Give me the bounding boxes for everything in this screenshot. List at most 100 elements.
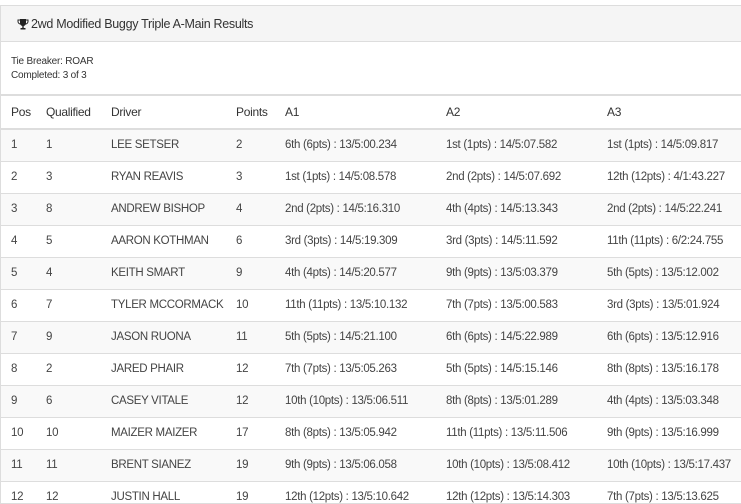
cell-a3: 9th (9pts) : 13/5:16.999 xyxy=(597,417,741,450)
panel-title: 2wd Modified Buggy Triple A-Main Results xyxy=(31,16,254,31)
cell-pos: 2 xyxy=(1,161,36,194)
cell-driver: RYAN REAVIS xyxy=(101,161,226,194)
cell-a3: 6th (6pts) : 13/5:12.916 xyxy=(597,321,741,354)
cell-pos: 4 xyxy=(1,225,36,258)
cell-driver: CASEY VITALE xyxy=(101,385,226,418)
cell-points: 4 xyxy=(226,193,275,226)
cell-a1: 10th (10pts) : 13/5:06.511 xyxy=(275,385,436,418)
cell-a1: 2nd (2pts) : 14/5:16.310 xyxy=(275,193,436,226)
cell-a2: 11th (11pts) : 13/5:11.506 xyxy=(436,417,597,450)
cell-a1: 8th (8pts) : 13/5:05.942 xyxy=(275,417,436,450)
cell-a2: 2nd (2pts) : 14/5:07.692 xyxy=(436,161,597,194)
cell-qualified: 1 xyxy=(36,129,101,162)
cell-points: 19 xyxy=(226,449,275,482)
cell-a1: 6th (6pts) : 13/5:00.234 xyxy=(275,129,436,162)
cell-pos: 10 xyxy=(1,417,36,450)
cell-a1: 12th (12pts) : 13/5:10.642 xyxy=(275,481,436,503)
cell-points: 2 xyxy=(226,129,275,162)
cell-qualified: 12 xyxy=(36,481,101,503)
cell-a1: 7th (7pts) : 13/5:05.263 xyxy=(275,353,436,386)
cell-pos: 7 xyxy=(1,321,36,354)
cell-driver: TYLER MCCORMACK xyxy=(101,289,226,322)
header-pos: Pos xyxy=(1,94,36,130)
cell-driver: BRENT SIANEZ xyxy=(101,449,226,482)
cell-points: 17 xyxy=(226,417,275,450)
table-row: 7 9 JASON RUONA 11 5th (5pts) : 14/5:21.100 6… xyxy=(1,321,741,354)
cell-qualified: 4 xyxy=(36,257,101,290)
trophy-icon xyxy=(16,17,29,30)
cell-a1: 4th (4pts) : 14/5:20.577 xyxy=(275,257,436,290)
panel-heading: 2wd Modified Buggy Triple A-Main Results xyxy=(1,6,741,42)
cell-a2: 5th (5pts) : 14/5:15.146 xyxy=(436,353,597,386)
cell-a3: 2nd (2pts) : 14/5:22.241 xyxy=(597,193,741,226)
cell-driver: MAIZER MAIZER xyxy=(101,417,226,450)
table-row: 5 4 KEITH SMART 9 4th (4pts) : 14/5:20.577 9t… xyxy=(1,257,741,290)
cell-a3: 7th (7pts) : 13/5:13.625 xyxy=(597,481,741,503)
cell-points: 10 xyxy=(226,289,275,322)
cell-a2: 7th (7pts) : 13/5:00.583 xyxy=(436,289,597,322)
table-row: 4 5 AARON KOTHMAN 6 3rd (3pts) : 14/5:19.309… xyxy=(1,225,741,258)
cell-a3: 12th (12pts) : 4/1:43.227 xyxy=(597,161,741,194)
cell-a3: 5th (5pts) : 13/5:12.002 xyxy=(597,257,741,290)
cell-points: 12 xyxy=(226,385,275,418)
cell-a2: 3rd (3pts) : 14/5:11.592 xyxy=(436,225,597,258)
cell-a1: 9th (9pts) : 13/5:06.058 xyxy=(275,449,436,482)
cell-a1: 1st (1pts) : 14/5:08.578 xyxy=(275,161,436,194)
cell-qualified: 7 xyxy=(36,289,101,322)
cell-pos: 9 xyxy=(1,385,36,418)
table-row: 2 3 RYAN REAVIS 3 1st (1pts) : 14/5:08.578 2n… xyxy=(1,161,741,194)
cell-qualified: 11 xyxy=(36,449,101,482)
cell-driver: ANDREW BISHOP xyxy=(101,193,226,226)
cell-driver: KEITH SMART xyxy=(101,257,226,290)
table-header-row: Pos Qualified Driver Points A1 A2 A3 xyxy=(1,94,741,130)
cell-a3: 10th (10pts) : 13/5:17.437 xyxy=(597,449,741,482)
cell-a3: 8th (8pts) : 13/5:16.178 xyxy=(597,353,741,386)
cell-pos: 1 xyxy=(1,129,36,162)
cell-pos: 11 xyxy=(1,449,36,482)
header-a1: A1 xyxy=(275,94,436,130)
cell-a2: 4th (4pts) : 14/5:13.343 xyxy=(436,193,597,226)
table-row: 9 6 CASEY VITALE 12 10th (10pts) : 13/5:06.5… xyxy=(1,385,741,418)
cell-qualified: 6 xyxy=(36,385,101,418)
cell-qualified: 9 xyxy=(36,321,101,354)
cell-pos: 8 xyxy=(1,353,36,386)
cell-a3: 11th (11pts) : 6/2:24.755 xyxy=(597,225,741,258)
cell-points: 3 xyxy=(226,161,275,194)
cell-a2: 9th (9pts) : 13/5:03.379 xyxy=(436,257,597,290)
cell-driver: LEE SETSER xyxy=(101,129,226,162)
cell-a3: 3rd (3pts) : 13/5:01.924 xyxy=(597,289,741,322)
race-info: Tie Breaker: ROAR Completed: 3 of 3 xyxy=(1,42,741,94)
cell-a1: 11th (11pts) : 13/5:10.132 xyxy=(275,289,436,322)
cell-driver: AARON KOTHMAN xyxy=(101,225,226,258)
cell-points: 12 xyxy=(226,353,275,386)
header-driver: Driver xyxy=(101,94,226,130)
cell-a1: 3rd (3pts) : 14/5:19.309 xyxy=(275,225,436,258)
results-table: Pos Qualified Driver Points A1 A2 A3 11L… xyxy=(1,94,741,503)
cell-pos: 12 xyxy=(1,481,36,503)
header-a3: A3 xyxy=(597,94,741,130)
cell-a2: 10th (10pts) : 13/5:08.412 xyxy=(436,449,597,482)
cell-qualified: 3 xyxy=(36,161,101,194)
cell-a1: 5th (5pts) : 14/5:21.100 xyxy=(275,321,436,354)
cell-pos: 6 xyxy=(1,289,36,322)
results-body: 1 1 LEE SETSER 2 6th (6pts) : 13/5:00.234 1st… xyxy=(1,129,741,503)
cell-a2: 6th (6pts) : 14/5:22.989 xyxy=(436,321,597,354)
table-row: 3 8 ANDREW BISHOP 4 2nd (2pts) : 14/5:16.310… xyxy=(1,193,741,226)
cell-qualified: 10 xyxy=(36,417,101,450)
cell-points: 9 xyxy=(226,257,275,290)
table-row: 1 1 LEE SETSER 2 6th (6pts) : 13/5:00.234 1st… xyxy=(1,129,741,162)
cell-a3: 1st (1pts) : 14/5:09.817 xyxy=(597,129,741,162)
cell-a3: 4th (4pts) : 13/5:03.348 xyxy=(597,385,741,418)
table-row: 11 11 BRENT SIANEZ 19 9th (9pts) : 13/5:06.0… xyxy=(1,449,741,482)
cell-driver: JARED PHAIR xyxy=(101,353,226,386)
results-panel: 2wd Modified Buggy Triple A-Main Results… xyxy=(0,5,741,504)
cell-qualified: 5 xyxy=(36,225,101,258)
header-qualified: Qualified xyxy=(36,94,101,130)
cell-driver: JASON RUONA xyxy=(101,321,226,354)
table-row: 10 10 MAIZER MAIZER 17 8th (8pts) : 13/5:05.… xyxy=(1,417,741,450)
table-row: 6 7 TYLER MCCORMACK 10 11th (11pts) : 13/5:1… xyxy=(1,289,741,322)
cell-pos: 3 xyxy=(1,193,36,226)
table-row: 12 12 JUSTIN HALL 19 12th (12pts) : 13/5:10.… xyxy=(1,481,741,503)
cell-driver: JUSTIN HALL xyxy=(101,481,226,503)
header-points: Points xyxy=(226,94,275,130)
